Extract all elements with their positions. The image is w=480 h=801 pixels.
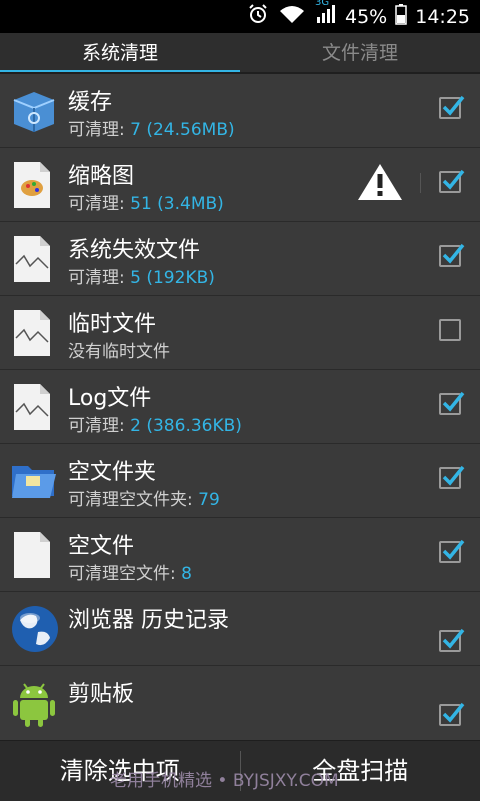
tab-file-clean[interactable]: 文件清理 — [240, 33, 480, 73]
item-sub-value: 8 — [181, 564, 192, 584]
signal-icon: 3G — [315, 3, 337, 30]
item-subtitle: 可清理: 7 (24.56MB) — [68, 115, 235, 140]
item-checkbox[interactable] — [439, 319, 461, 341]
item-title: 空文件 — [68, 528, 134, 560]
tab-system-clean[interactable]: 系统清理 — [0, 33, 240, 73]
warning-icon[interactable] — [356, 162, 404, 206]
globe-icon — [10, 604, 58, 654]
tab-bar: 系统清理 文件清理 — [0, 33, 480, 73]
list-item-thumbnails[interactable]: 缩略图 可清理: 51 (3.4MB) — [0, 148, 480, 222]
list-item-empty-files[interactable]: 空文件 可清理空文件: 8 — [0, 518, 480, 592]
clock: 14:25 — [415, 6, 470, 28]
item-sub-label: 可清理: — [68, 120, 130, 140]
android-icon — [10, 678, 58, 728]
thumbnail-file-icon — [10, 160, 58, 210]
item-title: 缩略图 — [68, 158, 134, 190]
divider — [420, 173, 421, 193]
item-title: 剪贴板 — [68, 676, 134, 708]
watermark: 老用手机精选 • BYJSJXY.COM — [110, 766, 339, 791]
battery-percent: 45% — [345, 6, 387, 28]
item-checkbox[interactable] — [439, 245, 461, 267]
item-checkbox[interactable] — [439, 467, 461, 489]
alarm-icon — [247, 3, 269, 30]
broken-file-icon — [10, 308, 58, 358]
item-checkbox[interactable] — [439, 97, 461, 119]
item-subtitle: 没有临时文件 — [68, 337, 170, 362]
list-item-empty-folders[interactable]: 空文件夹 可清理空文件夹: 79 — [0, 444, 480, 518]
clean-item-list: 缓存 可清理: 7 (24.56MB) 缩略图 可清理: 51 (3.4MB) … — [0, 74, 480, 739]
item-checkbox[interactable] — [439, 630, 461, 652]
item-sub-value: 7 (24.56MB) — [130, 120, 234, 140]
item-sub-value: 2 (386.36KB) — [130, 416, 242, 436]
item-subtitle: 可清理: 2 (386.36KB) — [68, 411, 242, 436]
list-item-log-files[interactable]: Log文件 可清理: 2 (386.36KB) — [0, 370, 480, 444]
item-title: 浏览器 历史记录 — [68, 602, 229, 634]
item-sub-label: 没有临时文件 — [68, 342, 170, 362]
wifi-icon — [277, 3, 307, 30]
item-sub-label: 可清理: — [68, 194, 130, 214]
blank-file-icon — [10, 530, 58, 580]
item-checkbox[interactable] — [439, 541, 461, 563]
item-title: Log文件 — [68, 380, 151, 412]
list-item-invalid-files[interactable]: 系统失效文件 可清理: 5 (192KB) — [0, 222, 480, 296]
item-sub-label: 可清理: — [68, 268, 130, 288]
item-subtitle: 可清理: 5 (192KB) — [68, 263, 215, 288]
item-sub-label: 可清理空文件夹: — [68, 490, 198, 510]
battery-icon — [395, 3, 407, 30]
item-checkbox[interactable] — [439, 393, 461, 415]
status-bar: 3G 45% 14:25 — [0, 0, 480, 33]
list-item-clipboard[interactable]: 剪贴板 — [0, 666, 480, 739]
item-subtitle: 可清理: 51 (3.4MB) — [68, 189, 224, 214]
status-icons: 3G 45% 14:25 — [247, 0, 470, 33]
item-subtitle: 可清理空文件夹: 79 — [68, 485, 220, 510]
item-checkbox[interactable] — [439, 704, 461, 726]
network-type: 3G — [315, 0, 329, 8]
list-item-browser-history[interactable]: 浏览器 历史记录 — [0, 592, 480, 666]
list-item-temp-files[interactable]: 临时文件 没有临时文件 — [0, 296, 480, 370]
item-title: 空文件夹 — [68, 454, 156, 486]
item-subtitle: 可清理空文件: 8 — [68, 559, 192, 584]
item-checkbox[interactable] — [439, 171, 461, 193]
item-sub-value: 5 (192KB) — [130, 268, 215, 288]
folder-icon — [10, 456, 58, 506]
item-title: 缓存 — [68, 84, 112, 116]
cache-box-icon — [10, 86, 58, 136]
item-sub-label: 可清理: — [68, 416, 130, 436]
list-item-cache[interactable]: 缓存 可清理: 7 (24.56MB) — [0, 74, 480, 148]
broken-file-icon — [10, 234, 58, 284]
broken-file-icon — [10, 382, 58, 432]
item-sub-value: 51 (3.4MB) — [130, 194, 224, 214]
item-title: 临时文件 — [68, 306, 156, 338]
item-sub-value: 79 — [198, 490, 220, 510]
item-sub-label: 可清理空文件: — [68, 564, 181, 584]
item-title: 系统失效文件 — [68, 232, 200, 264]
